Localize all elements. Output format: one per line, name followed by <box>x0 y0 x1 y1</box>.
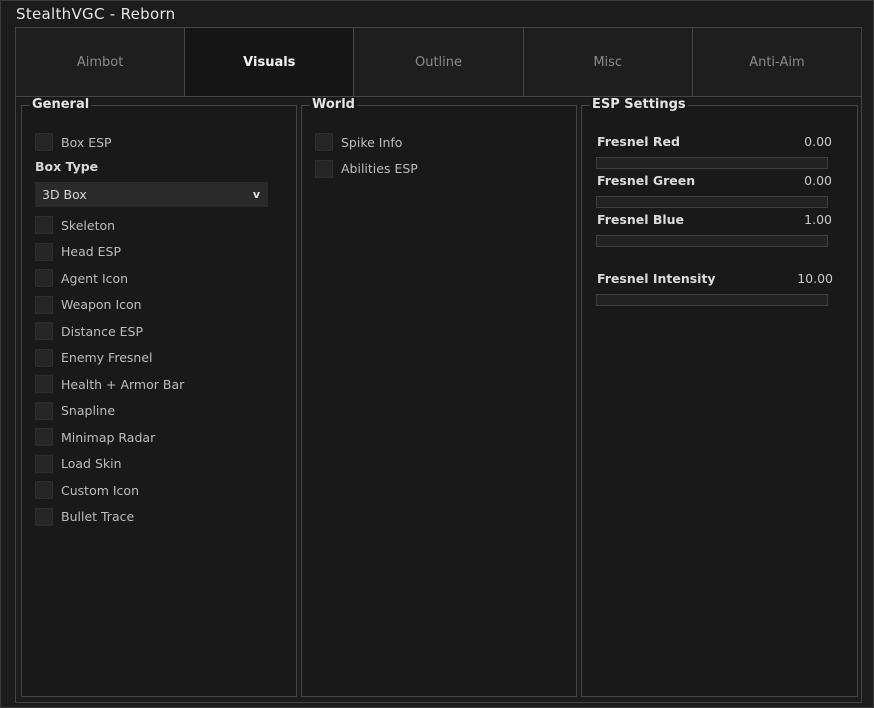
world-panel-title: World <box>310 97 357 112</box>
fresnel-intensity-label: Fresnel Intensity <box>597 271 716 286</box>
health-armor-bar-option[interactable]: Health + Armor Bar <box>35 375 184 393</box>
snapline-label: Snapline <box>61 403 116 418</box>
head-esp-checkbox[interactable] <box>35 242 53 261</box>
minimap-radar-checkbox[interactable] <box>35 428 53 446</box>
fresnel-red-slider[interactable] <box>596 157 828 169</box>
tab-outline[interactable]: Outline <box>354 28 524 96</box>
fresnel-blue-value: 1.00 <box>804 212 832 227</box>
fresnel-blue-slider[interactable] <box>596 235 828 247</box>
fresnel-intensity-value: 10.00 <box>797 271 833 286</box>
weapon-icon-option[interactable]: Weapon Icon <box>35 295 142 314</box>
agent-icon-label: Agent Icon <box>61 270 129 286</box>
load-skin-checkbox[interactable] <box>35 454 53 473</box>
custom-icon-option[interactable]: Custom Icon <box>35 481 139 499</box>
enemy-fresnel-checkbox[interactable] <box>35 348 53 367</box>
fresnel-blue-label: Fresnel Blue <box>597 212 685 227</box>
esp-settings-panel-title: ESP Settings <box>590 97 688 112</box>
spike-info-option[interactable]: Spike Info <box>315 133 402 151</box>
minimap-radar-option[interactable]: Minimap Radar <box>35 428 155 446</box>
custom-icon-checkbox[interactable] <box>35 481 53 499</box>
abilities-esp-option[interactable]: Abilities ESP <box>315 159 418 178</box>
abilities-esp-label: Abilities ESP <box>341 161 418 176</box>
general-panel: General Box ESP Box Type 3D Box v Skelet… <box>21 97 297 697</box>
fresnel-green-label: Fresnel Green <box>597 173 696 188</box>
bullet-trace-checkbox[interactable] <box>35 507 53 526</box>
head-esp-option[interactable]: Head ESP <box>35 242 122 261</box>
distance-esp-label: Distance ESP <box>61 323 144 339</box>
enemy-fresnel-label: Enemy Fresnel <box>61 350 153 365</box>
spike-info-checkbox[interactable] <box>315 133 333 151</box>
tab-misc[interactable]: Misc <box>523 28 693 96</box>
load-skin-option[interactable]: Load Skin <box>35 454 122 473</box>
weapon-icon-checkbox[interactable] <box>35 295 53 314</box>
weapon-icon-label: Weapon Icon <box>61 297 142 312</box>
load-skin-label: Load Skin <box>61 456 122 471</box>
box-esp-option[interactable]: Box ESP <box>35 133 112 151</box>
general-panel-title: General <box>30 97 92 112</box>
esp-settings-panel: ESP Settings Fresnel Red 0.00 Fresnel Gr… <box>581 97 858 697</box>
fresnel-red-value: 0.00 <box>804 134 832 149</box>
skeleton-checkbox[interactable] <box>35 216 53 234</box>
box-type-label: Box Type <box>35 159 99 174</box>
fresnel-intensity-slider[interactable] <box>596 294 828 306</box>
enemy-fresnel-option[interactable]: Enemy Fresnel <box>35 348 153 367</box>
head-esp-label: Head ESP <box>61 244 122 259</box>
agent-icon-checkbox[interactable] <box>35 269 53 287</box>
tab-aimbot[interactable]: Aimbot <box>16 28 186 96</box>
app-window: StealthVGC - Reborn Aimbot Visuals Outli… <box>0 0 874 708</box>
fresnel-green-slider[interactable] <box>596 196 828 208</box>
health-armor-bar-checkbox[interactable] <box>35 375 53 393</box>
window-title: StealthVGC - Reborn <box>16 5 176 23</box>
bullet-trace-option[interactable]: Bullet Trace <box>35 507 135 526</box>
tab-bar: Aimbot Visuals Outline Misc Anti-Aim <box>16 28 862 97</box>
bullet-trace-label: Bullet Trace <box>61 509 135 524</box>
box-esp-checkbox[interactable] <box>35 133 53 151</box>
main-frame: Aimbot Visuals Outline Misc Anti-Aim Gen… <box>15 27 862 703</box>
tab-visuals[interactable]: Visuals <box>185 28 355 96</box>
fresnel-green-value: 0.00 <box>804 173 832 188</box>
box-type-dropdown[interactable]: 3D Box v <box>35 182 268 207</box>
skeleton-label: Skeleton <box>61 217 116 233</box>
distance-esp-checkbox[interactable] <box>35 322 53 340</box>
snapline-option[interactable]: Snapline <box>35 401 116 420</box>
distance-esp-option[interactable]: Distance ESP <box>35 322 143 340</box>
custom-icon-label: Custom Icon <box>61 482 139 498</box>
tab-anti-aim[interactable]: Anti-Aim <box>692 28 862 96</box>
fresnel-red-label: Fresnel Red <box>597 134 680 149</box>
abilities-esp-checkbox[interactable] <box>315 159 333 178</box>
agent-icon-option[interactable]: Agent Icon <box>35 269 128 287</box>
snapline-checkbox[interactable] <box>35 401 53 420</box>
chevron-down-icon: v <box>252 188 260 201</box>
health-armor-bar-label: Health + Armor Bar <box>61 376 185 392</box>
box-type-value: 3D Box <box>42 187 87 202</box>
world-panel: World Spike Info Abilities ESP <box>301 97 577 697</box>
box-esp-label: Box ESP <box>61 134 112 150</box>
spike-info-label: Spike Info <box>341 134 403 150</box>
skeleton-option[interactable]: Skeleton <box>35 216 115 234</box>
minimap-radar-label: Minimap Radar <box>61 429 156 445</box>
